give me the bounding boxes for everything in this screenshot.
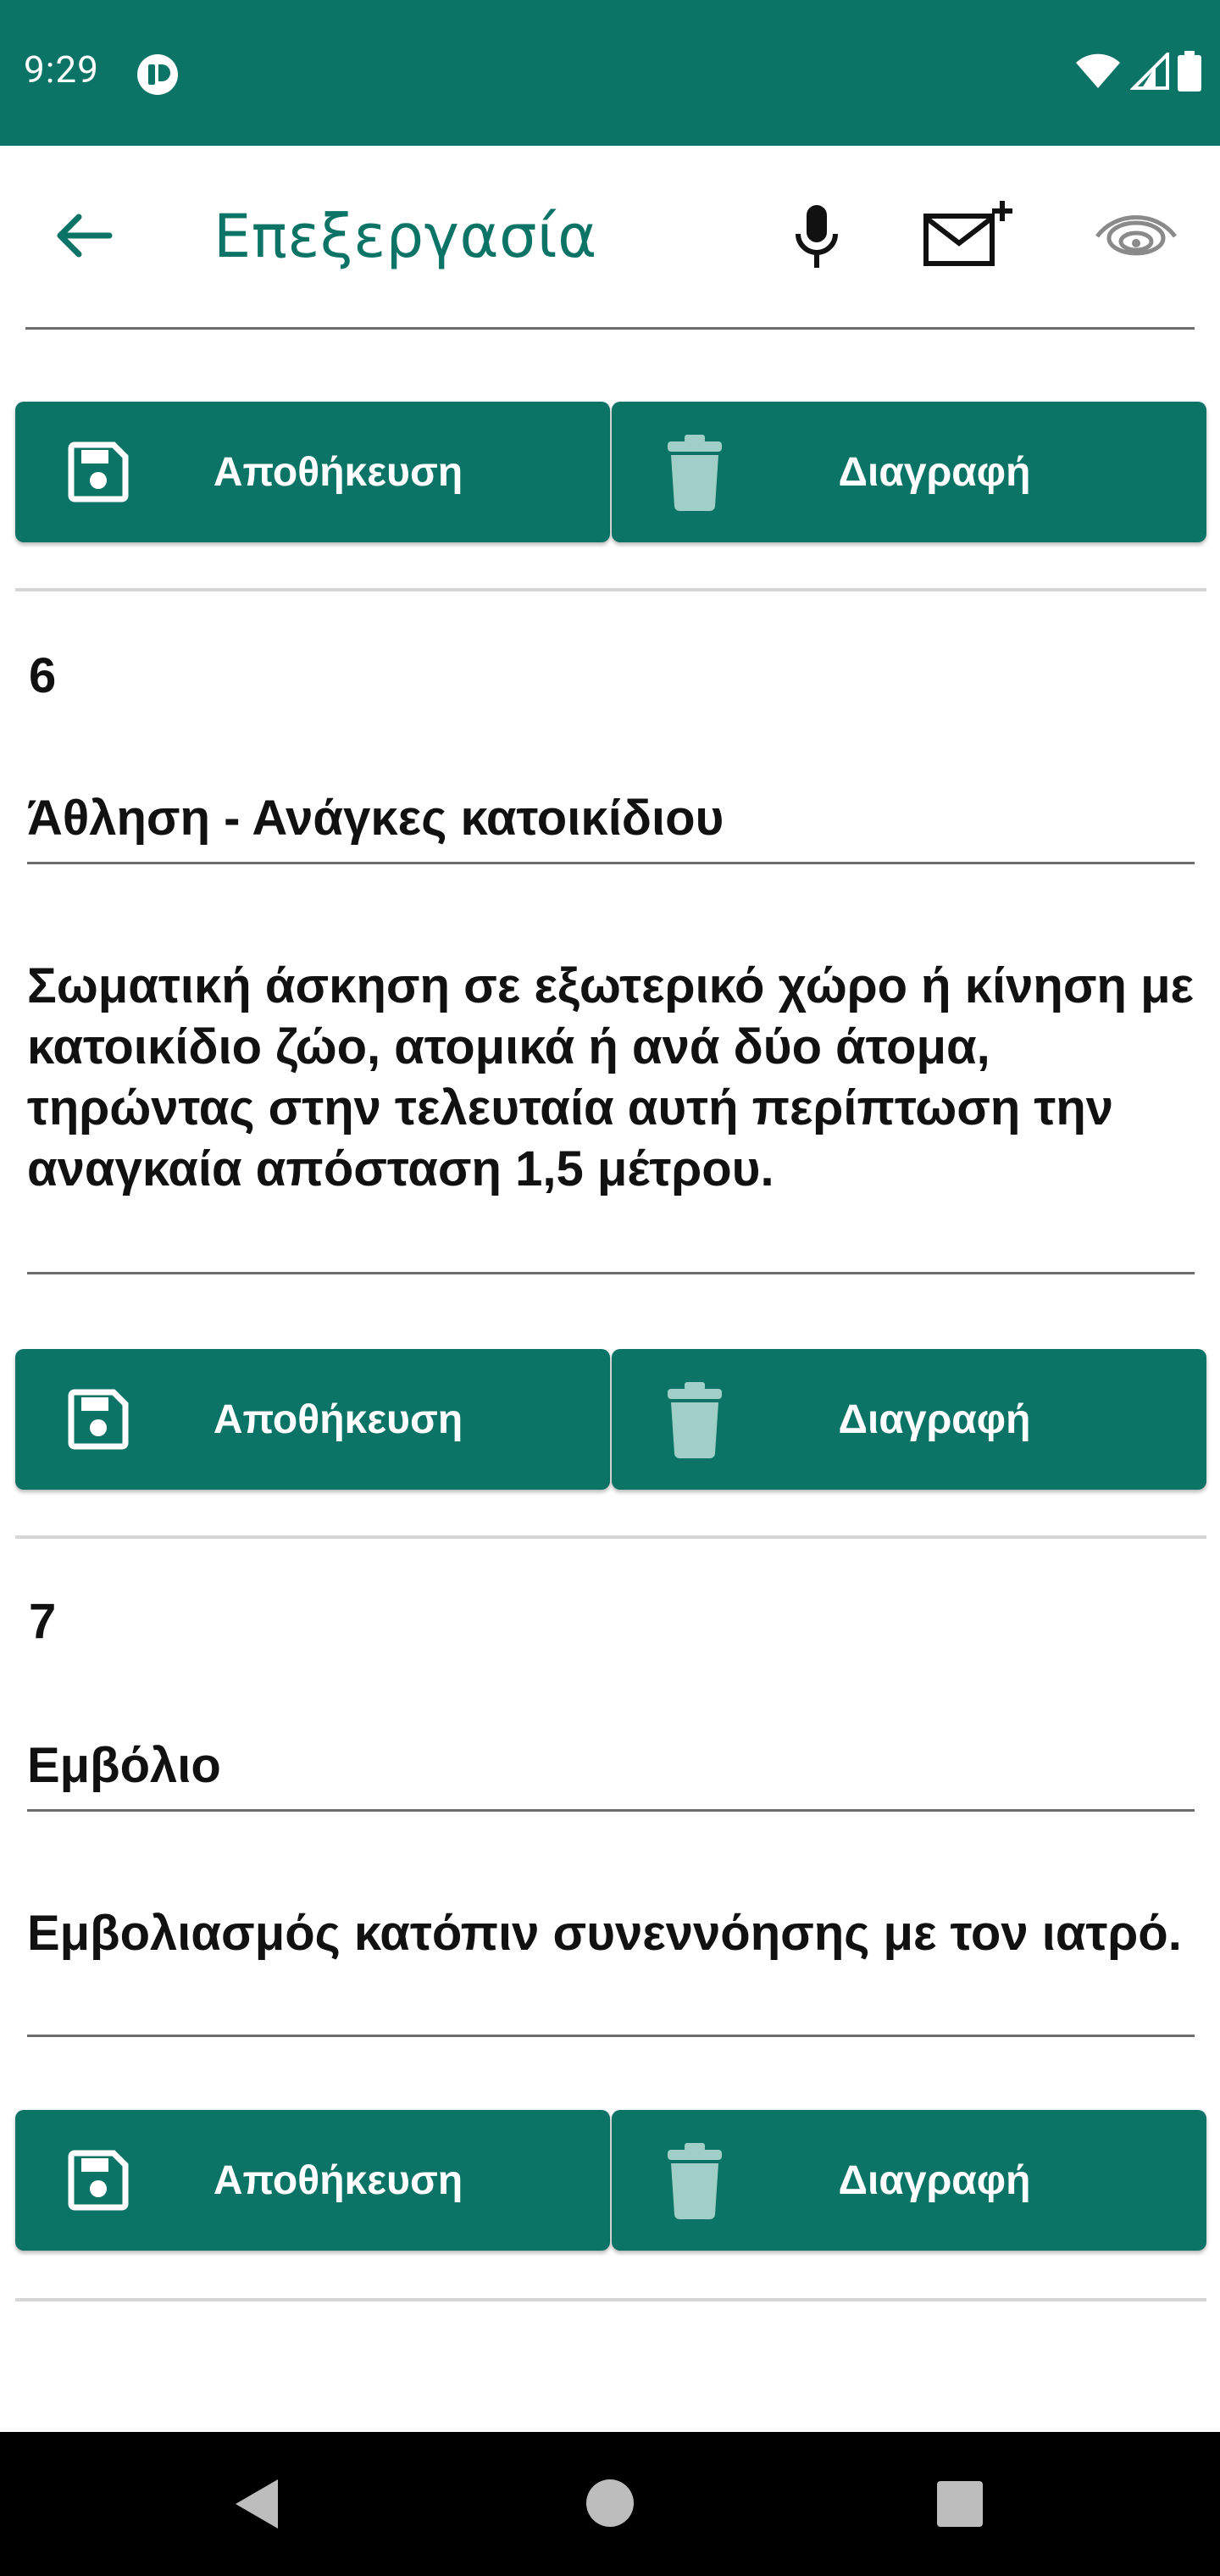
arrow-left-icon — [53, 212, 113, 263]
back-button[interactable] — [42, 197, 124, 278]
delete-button[interactable]: Διαγραφή — [612, 2110, 1206, 2251]
entry-actions-row: Αποθήκευση Διαγραφή — [15, 2110, 1206, 2251]
entry-title-field[interactable]: Άθληση - Ανάγκες κατοικίδιου — [27, 790, 1195, 864]
system-nav-bar — [0, 2432, 1220, 2576]
nav-home-button[interactable] — [586, 2479, 634, 2527]
delete-button[interactable]: Διαγραφή — [612, 402, 1206, 542]
save-button[interactable]: Αποθήκευση — [15, 2110, 610, 2251]
entry-number: 6 — [29, 648, 57, 703]
section-divider — [15, 1535, 1206, 1539]
status-time: 9:29 — [24, 47, 99, 92]
eye-icon — [1094, 206, 1178, 269]
delete-button-label: Διαγραφή — [838, 1396, 1031, 1442]
entry-number: 7 — [29, 1594, 57, 1649]
app-bar: Επεξεργασία — [0, 146, 1220, 329]
microphone-button[interactable] — [776, 198, 857, 280]
save-button-label: Αποθήκευση — [213, 1396, 463, 1442]
save-button-label: Αποθήκευση — [213, 449, 463, 495]
mail-plus-icon — [923, 199, 1016, 275]
battery-icon — [1178, 51, 1201, 95]
save-button[interactable]: Αποθήκευση — [15, 1349, 610, 1490]
status-bar: 9:29 — [0, 0, 1220, 146]
compose-mail-button[interactable] — [918, 195, 1020, 280]
save-button-label: Αποθήκευση — [213, 2157, 463, 2203]
page-title: Επεξεργασία — [214, 202, 597, 271]
signal-icon — [1129, 50, 1169, 93]
delete-button-label: Διαγραφή — [838, 449, 1031, 495]
entry-title-field[interactable]: Εμβόλιο — [27, 1737, 1195, 1812]
nav-back-button[interactable] — [229, 2474, 288, 2534]
wifi-icon — [1074, 53, 1122, 93]
section-divider — [15, 588, 1206, 591]
microphone-icon — [791, 203, 842, 275]
app-notification-icon — [136, 53, 180, 97]
status-icons — [1074, 50, 1201, 95]
section-divider — [15, 2298, 1206, 2301]
delete-button[interactable]: Διαγραφή — [612, 1349, 1206, 1490]
entry-actions-row: Αποθήκευση Διαγραφή — [15, 402, 1206, 542]
app-bar-divider — [25, 327, 1195, 330]
entry-actions-row: Αποθήκευση Διαγραφή — [15, 1349, 1206, 1490]
delete-button-label: Διαγραφή — [838, 2157, 1031, 2203]
entry-description-field[interactable]: Εμβολιασμός κατόπιν συνεννόησης με τον ι… — [27, 1903, 1195, 2037]
entry-description-field[interactable]: Σωματική άσκηση σε εξωτερικό χώρο ή κίνη… — [27, 956, 1195, 1274]
preview-button[interactable] — [1090, 195, 1183, 280]
nav-recents-button[interactable] — [937, 2481, 983, 2527]
save-button[interactable]: Αποθήκευση — [15, 402, 610, 542]
